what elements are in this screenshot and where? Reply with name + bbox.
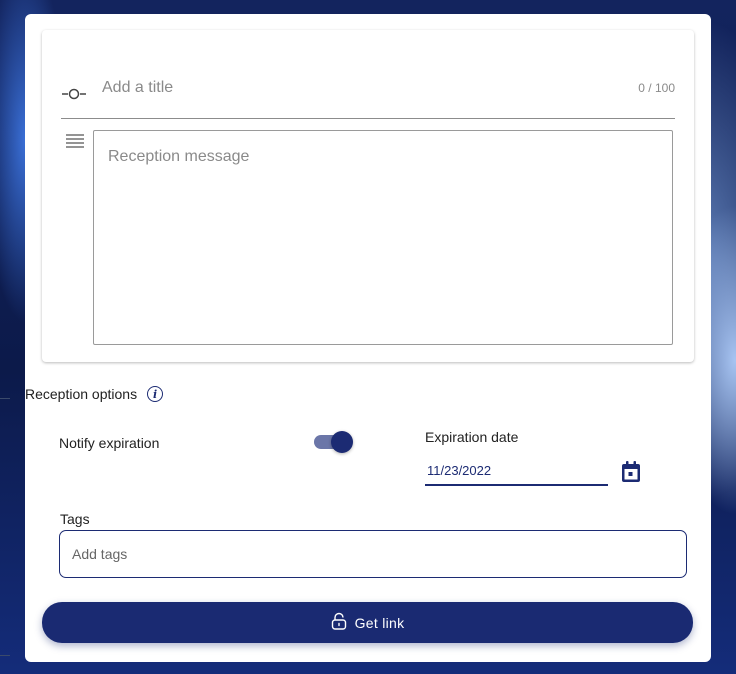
- title-char-counter: 0 / 100: [638, 81, 675, 95]
- notify-expiration-label: Notify expiration: [59, 435, 160, 451]
- commit-icon: [61, 87, 87, 105]
- title-field[interactable]: Add a title 0 / 100: [61, 70, 675, 119]
- content-card: Add a title 0 / 100 Reception message: [42, 30, 694, 362]
- edge-connector-line: [0, 398, 10, 399]
- expiration-date-input[interactable]: 11/23/2022: [425, 460, 608, 486]
- tags-label: Tags: [60, 511, 90, 527]
- reception-options-heading: Reception options i: [25, 386, 164, 402]
- title-input-placeholder[interactable]: Add a title: [102, 79, 173, 97]
- info-icon[interactable]: i: [147, 386, 164, 402]
- tags-input[interactable]: Add tags: [59, 530, 687, 578]
- expiration-date-value: 11/23/2022: [427, 463, 492, 478]
- toggle-knob: [331, 431, 353, 453]
- edge-connector-line: [0, 655, 10, 656]
- calendar-icon[interactable]: [621, 461, 641, 488]
- tags-placeholder: Add tags: [72, 546, 128, 562]
- expiration-date-label: Expiration date: [425, 429, 519, 445]
- reception-message-placeholder: Reception message: [108, 148, 250, 165]
- lock-icon: [331, 612, 347, 633]
- notify-expiration-toggle[interactable]: [314, 430, 354, 454]
- get-link-label: Get link: [354, 614, 405, 631]
- reception-options-label: Reception options: [25, 386, 138, 402]
- reception-message-textarea[interactable]: Reception message: [93, 130, 673, 345]
- get-link-button[interactable]: Get link: [42, 602, 693, 643]
- text-lines-icon: [66, 133, 84, 154]
- reception-form-panel: Add a title 0 / 100 Reception message Re…: [25, 14, 711, 662]
